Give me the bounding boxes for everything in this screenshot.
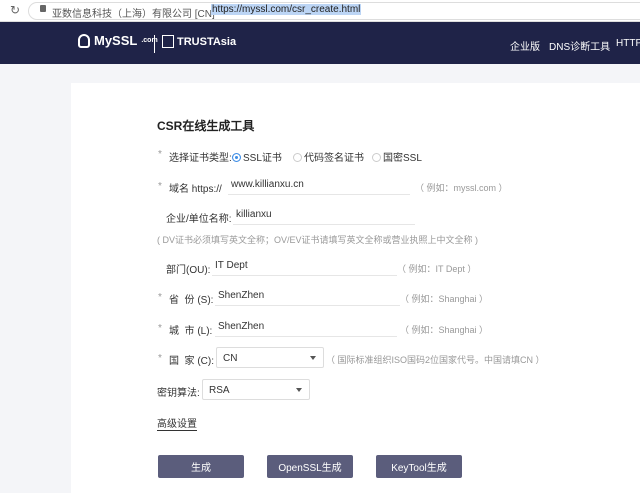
org-input[interactable]: killianxu: [233, 205, 415, 225]
caret-down-icon: [296, 388, 302, 392]
openssl-generate-button[interactable]: OpenSSL生成: [267, 455, 353, 478]
radio-checked-icon: [232, 153, 241, 162]
ou-hint: （ 例如：IT Dept ）: [397, 264, 477, 274]
padlock-icon: [78, 33, 90, 48]
generate-button[interactable]: 生成: [158, 455, 244, 478]
domain-hint: （ 例如：myssl.com ）: [415, 183, 508, 193]
ou-input[interactable]: IT Dept: [212, 256, 397, 276]
site-org: 亚数信息科技（上海）有限公司 [CN]: [52, 9, 215, 20]
domain-input[interactable]: www.killianxu.cn: [228, 175, 410, 195]
state-input[interactable]: ShenZhen: [215, 286, 400, 306]
country-label: 国 家 (C):: [169, 356, 214, 367]
nav-dns-tool[interactable]: DNS诊断工具: [549, 38, 610, 53]
required-mark: *: [158, 323, 162, 334]
keytool-generate-button[interactable]: KeyTool生成: [376, 455, 462, 478]
nav-http[interactable]: HTTP: [616, 38, 640, 49]
caret-down-icon: [310, 356, 316, 360]
partner-text: TRUSTAsia: [177, 35, 237, 48]
cert-type-label: 选择证书类型:: [169, 153, 232, 164]
trustasia-icon: [162, 35, 174, 48]
reload-icon[interactable]: ↻: [10, 3, 20, 17]
city-input[interactable]: ShenZhen: [215, 317, 397, 337]
radio-icon: [293, 153, 302, 162]
radio-label: 国密SSL: [383, 153, 422, 164]
key-algorithm-select[interactable]: RSA: [202, 379, 310, 400]
nav-enterprise[interactable]: 企业版: [510, 38, 540, 53]
org-note: ( DV证书必须填写英文全称；OV/EV证书请填写英文全称或营业执照上中文全称 …: [157, 235, 479, 245]
url-text[interactable]: https://myssl.com/csr_create.html: [211, 4, 362, 15]
required-mark: *: [158, 181, 162, 192]
country-value: CN: [223, 353, 238, 364]
radio-sm-ssl[interactable]: 国密SSL: [372, 149, 422, 164]
logo-suffix: .com: [141, 37, 158, 44]
radio-icon: [372, 153, 381, 162]
required-mark: *: [158, 149, 162, 160]
trustasia-logo: TRUSTAsia: [162, 35, 236, 48]
radio-label: 代码签名证书: [304, 153, 364, 164]
city-hint: （ 例如：Shanghai ）: [400, 325, 489, 335]
state-label: 省 份 (S):: [169, 295, 214, 306]
country-select[interactable]: CN: [216, 347, 324, 368]
advanced-settings-link[interactable]: 高级设置: [157, 415, 197, 431]
key-value: RSA: [209, 385, 230, 396]
country-hint: （ 国际标准组织ISO国码2位国家代号。中国请填CN ）: [326, 355, 545, 365]
ou-label: 部门(OU):: [166, 265, 211, 276]
state-hint: （ 例如：Shanghai ）: [400, 294, 489, 304]
page-title: CSR在线生成工具: [157, 119, 255, 133]
radio-codesign[interactable]: 代码签名证书: [293, 149, 364, 164]
required-mark: *: [158, 353, 162, 364]
logo-text: MySSL: [94, 33, 138, 48]
radio-label: SSL证书: [243, 153, 282, 164]
org-label: 企业/单位名称:: [166, 214, 232, 225]
city-label: 城 市 (L):: [169, 326, 213, 337]
domain-label: 域名 https://: [169, 184, 222, 195]
radio-ssl[interactable]: SSL证书: [232, 149, 282, 164]
myssl-logo[interactable]: MySSL .com: [78, 33, 158, 48]
key-label: 密钥算法:: [157, 388, 200, 399]
required-mark: *: [158, 292, 162, 303]
lock-icon: [40, 5, 46, 12]
logo-divider: [154, 35, 155, 53]
